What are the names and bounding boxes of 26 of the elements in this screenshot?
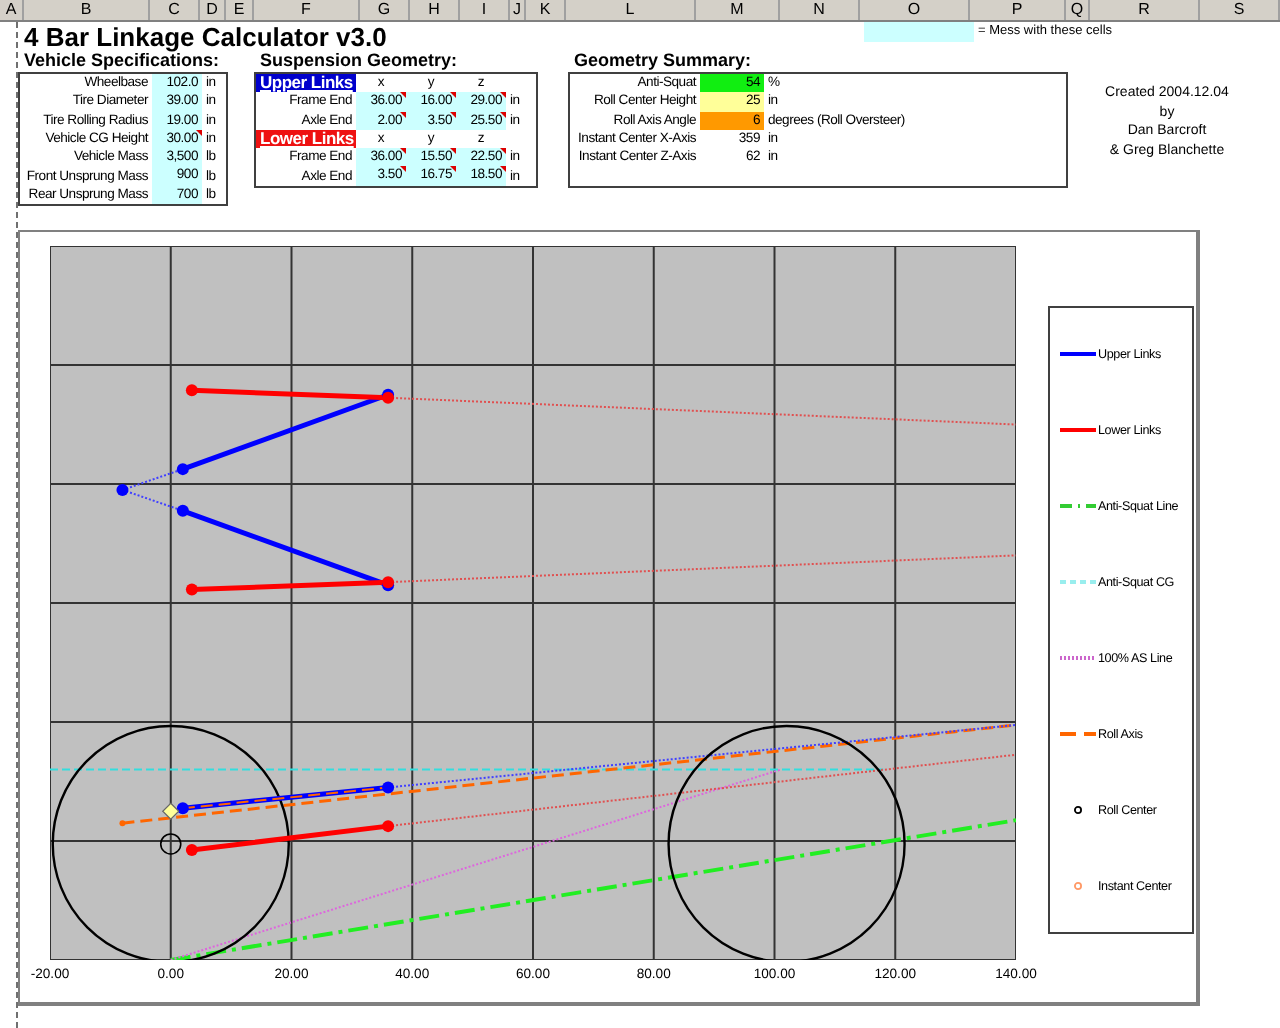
column-header[interactable]: O (860, 0, 970, 20)
section-heading: Suspension Geometry: (258, 52, 460, 70)
section-heading: Vehicle Specifications: (22, 52, 222, 70)
column-header[interactable]: H (410, 0, 460, 20)
column-header[interactable]: D (200, 0, 226, 20)
link-group-title: Lower Links (256, 129, 356, 149)
input-cell-swatch (864, 21, 974, 41)
column-header[interactable]: L (566, 0, 696, 20)
column-header[interactable]: A (0, 0, 24, 20)
column-header[interactable]: S (1200, 0, 1280, 20)
column-header[interactable]: N (780, 0, 860, 20)
column-header[interactable]: J (510, 0, 526, 20)
sheet-title: 4 Bar Linkage Calculator v3.0 (22, 22, 389, 52)
column-header[interactable]: C (150, 0, 200, 20)
column-header[interactable]: R (1090, 0, 1200, 20)
column-header[interactable]: I (460, 0, 510, 20)
column-header[interactable]: P (970, 0, 1066, 20)
column-header[interactable]: E (226, 0, 254, 20)
column-header[interactable]: Q (1066, 0, 1090, 20)
column-header[interactable]: B (24, 0, 150, 20)
column-header[interactable]: G (360, 0, 410, 20)
column-header[interactable]: M (696, 0, 780, 20)
column-header[interactable]: K (526, 0, 566, 20)
section-heading: Geometry Summary: (572, 52, 754, 70)
link-group-title: Upper Links (256, 74, 356, 93)
column-header[interactable]: F (254, 0, 360, 20)
